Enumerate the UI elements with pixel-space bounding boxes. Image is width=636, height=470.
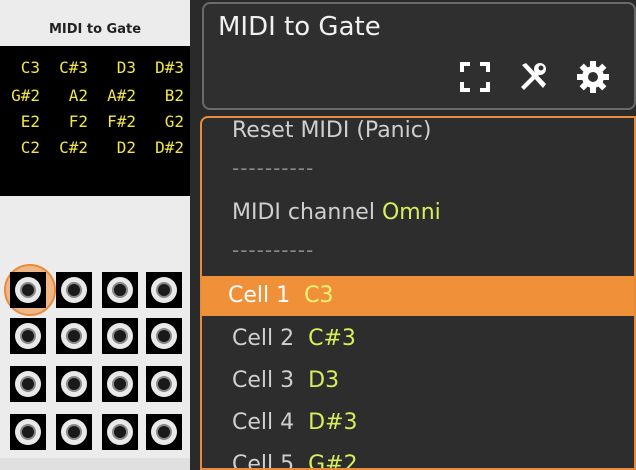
lcd-note: B2 [164,86,184,105]
channel-value: Omni [381,200,441,225]
lcd-note: D2 [116,138,136,157]
lcd-row: G#2 A2 A#2 B2 [0,86,190,108]
cell-note: D#3 [308,410,358,435]
gate-output-jack-15[interactable] [102,414,138,450]
menu-separator: ---------- [232,238,315,262]
lcd-note: G2 [164,112,184,131]
note-display: C3 C#3 D3 D#3 G#2 A2 A#2 B2 E2 F2 F#2 G2… [0,46,190,196]
gate-output-jack-9[interactable] [10,366,46,402]
menu-item-label-group: Cell 3 D3 [232,362,339,400]
gate-output-jack-4[interactable] [146,272,182,308]
lcd-note: D#3 [155,58,184,77]
lcd-row: C2 C#2 D2 D#2 [0,138,190,160]
menu-item-label-group: Cell 1 C3 [228,276,333,316]
gate-output-jack-16[interactable] [146,414,182,450]
menu-item-label-group: Cell 5 G#2 [232,446,358,470]
cell-label: Cell 5 [232,452,295,470]
channel-label: MIDI channel [232,200,375,225]
menu-item-cell-1[interactable]: Cell 1 C3 [202,276,634,316]
menu-item-reset-midi[interactable]: Reset MIDI (Panic) [202,118,634,150]
gate-output-jack-8[interactable] [146,318,182,354]
menu-item-label: Reset MIDI (Panic) [232,118,432,143]
gate-output-jack-10[interactable] [56,366,92,402]
cell-label: Cell 4 [232,410,295,435]
menu-item-label-group: Cell 4 D#3 [232,404,358,442]
lcd-row: C3 C#3 D3 D#3 [0,58,190,80]
cell-label: Cell 2 [232,326,295,351]
gate-output-jack-3[interactable] [102,272,138,308]
cell-note: G#2 [308,452,358,470]
gate-output-jack-7[interactable] [102,318,138,354]
lcd-note: G#2 [11,86,40,105]
cell-note: C#3 [308,326,356,351]
lcd-row: E2 F2 F#2 G2 [0,112,190,134]
menu-item-label-group: MIDI channel Omni [232,194,441,232]
gate-output-jacks [10,272,182,452]
cell-label: Cell 1 [228,283,291,308]
menu-item-cell-4[interactable]: Cell 4 D#3 [202,404,634,442]
lcd-note: E2 [20,112,40,131]
menu-item-midi-channel[interactable]: MIDI channel Omni [202,194,634,232]
lcd-note: A2 [68,86,88,105]
lcd-note: D3 [116,58,136,77]
module-title: MIDI to Gate [48,22,142,37]
gate-output-jack-5[interactable] [10,318,46,354]
menu-item-cell-2[interactable]: Cell 2 C#3 [202,320,634,358]
gate-output-jack-14[interactable] [56,414,92,450]
module-panel: MIDI to Gate C3 C#3 D3 D#3 G#2 A2 A#2 B2… [0,0,190,470]
gear-icon[interactable] [576,60,610,94]
menu-item-cell-5[interactable]: Cell 5 G#2 [202,446,634,470]
module-header-panel: MIDI to Gate [202,2,636,110]
lcd-note: C3 [20,58,40,77]
context-menu: Reset MIDI (Panic) ---------- MIDI chann… [200,116,636,470]
cell-label: Cell 3 [232,368,295,393]
gate-output-jack-2[interactable] [56,272,92,308]
gate-output-jack-13[interactable] [10,414,46,450]
menu-item-cell-3[interactable]: Cell 3 D3 [202,362,634,400]
module-bottom-strip [0,458,190,470]
tools-icon[interactable] [516,60,550,94]
cell-note: D3 [308,368,340,393]
lcd-note: D#2 [155,138,184,157]
gate-output-jack-12[interactable] [146,366,182,402]
lcd-note: F#2 [107,112,136,131]
menu-item-label-group: Cell 2 C#3 [232,320,356,358]
lcd-note: C#2 [59,138,88,157]
lcd-note: C#3 [59,58,88,77]
gate-output-jack-1[interactable] [10,272,46,308]
gate-output-jack-11[interactable] [102,366,138,402]
lcd-note: A#2 [107,86,136,105]
cell-note: C3 [304,283,334,308]
lcd-note: F2 [68,112,88,131]
header-title: MIDI to Gate [218,12,381,42]
menu-separator: ---------- [232,156,315,180]
lcd-note: C2 [20,138,40,157]
gate-output-jack-6[interactable] [56,318,92,354]
fullscreen-icon[interactable] [458,60,492,94]
